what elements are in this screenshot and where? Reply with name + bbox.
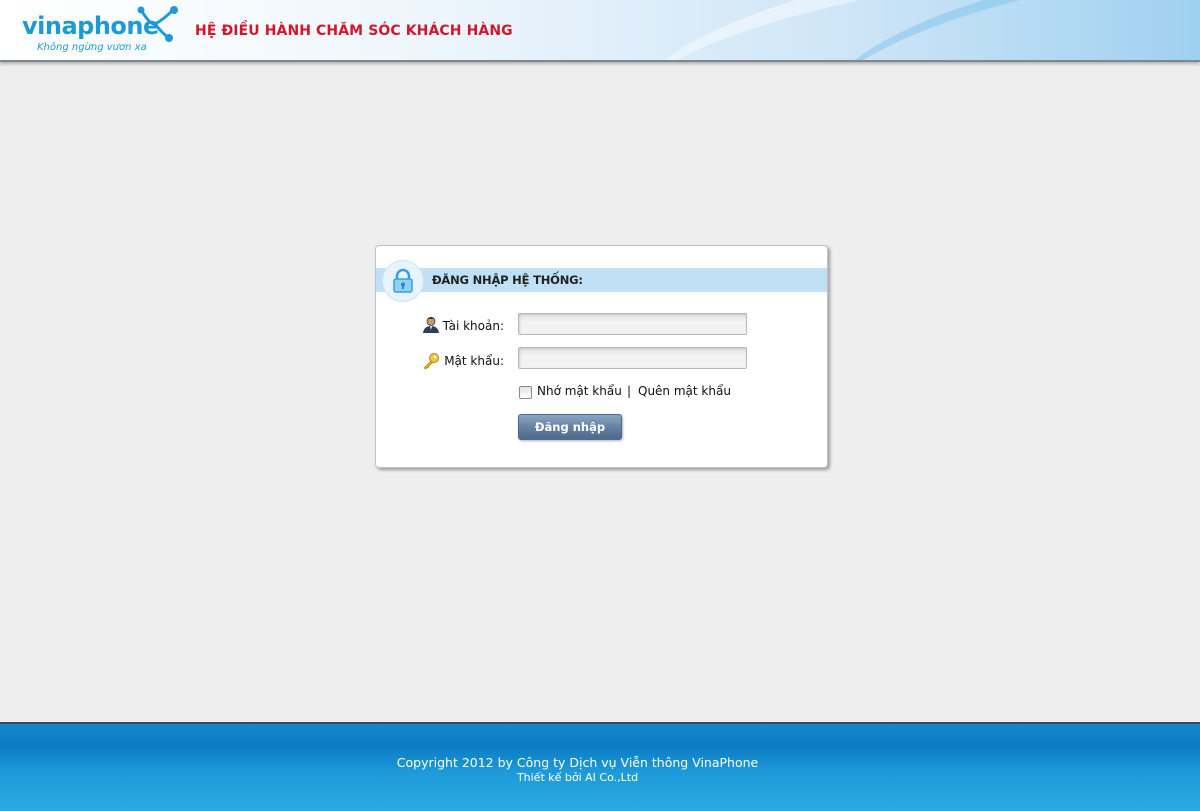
logo-slogan: Không ngừng vươn xa bbox=[37, 42, 147, 53]
login-button[interactable]: Đăng nhập bbox=[518, 414, 622, 440]
footer: Copyright 2012 by Công ty Dịch vụ Viễn t… bbox=[0, 722, 1200, 811]
username-input[interactable] bbox=[518, 313, 747, 335]
forgot-password-link[interactable]: Quên mật khẩu bbox=[638, 384, 731, 398]
separator: | bbox=[627, 384, 632, 398]
password-label: Mật khẩu: bbox=[444, 354, 504, 368]
lock-icon bbox=[393, 268, 413, 293]
lock-icon-badge bbox=[382, 260, 424, 302]
header-banner: vinaphone Không ngừng vươn xa HỆ ĐIỀU HÀ… bbox=[0, 0, 1200, 62]
copyright-text: Copyright 2012 by Công ty Dịch vụ Viễn t… bbox=[396, 755, 759, 770]
password-input[interactable] bbox=[518, 347, 747, 369]
designer-credit: Thiết kế bởi AI Co.,Ltd bbox=[516, 771, 639, 784]
logo-mark-icon bbox=[137, 6, 178, 42]
remember-checkbox[interactable] bbox=[519, 386, 532, 399]
remember-label[interactable]: Nhớ mật khẩu bbox=[537, 384, 622, 398]
login-title: ĐĂNG NHẬP HỆ THỐNG: bbox=[432, 273, 583, 287]
login-panel: ĐĂNG NHẬP HỆ THỐNG: Tài khoản: Mật khẩu:… bbox=[375, 245, 828, 468]
vinaphone-logo[interactable]: vinaphone Không ngừng vươn xa bbox=[22, 6, 182, 56]
header-title: HỆ ĐIỀU HÀNH CHĂM SÓC KHÁCH HÀNG bbox=[195, 23, 513, 39]
username-label: Tài khoản: bbox=[442, 319, 504, 333]
